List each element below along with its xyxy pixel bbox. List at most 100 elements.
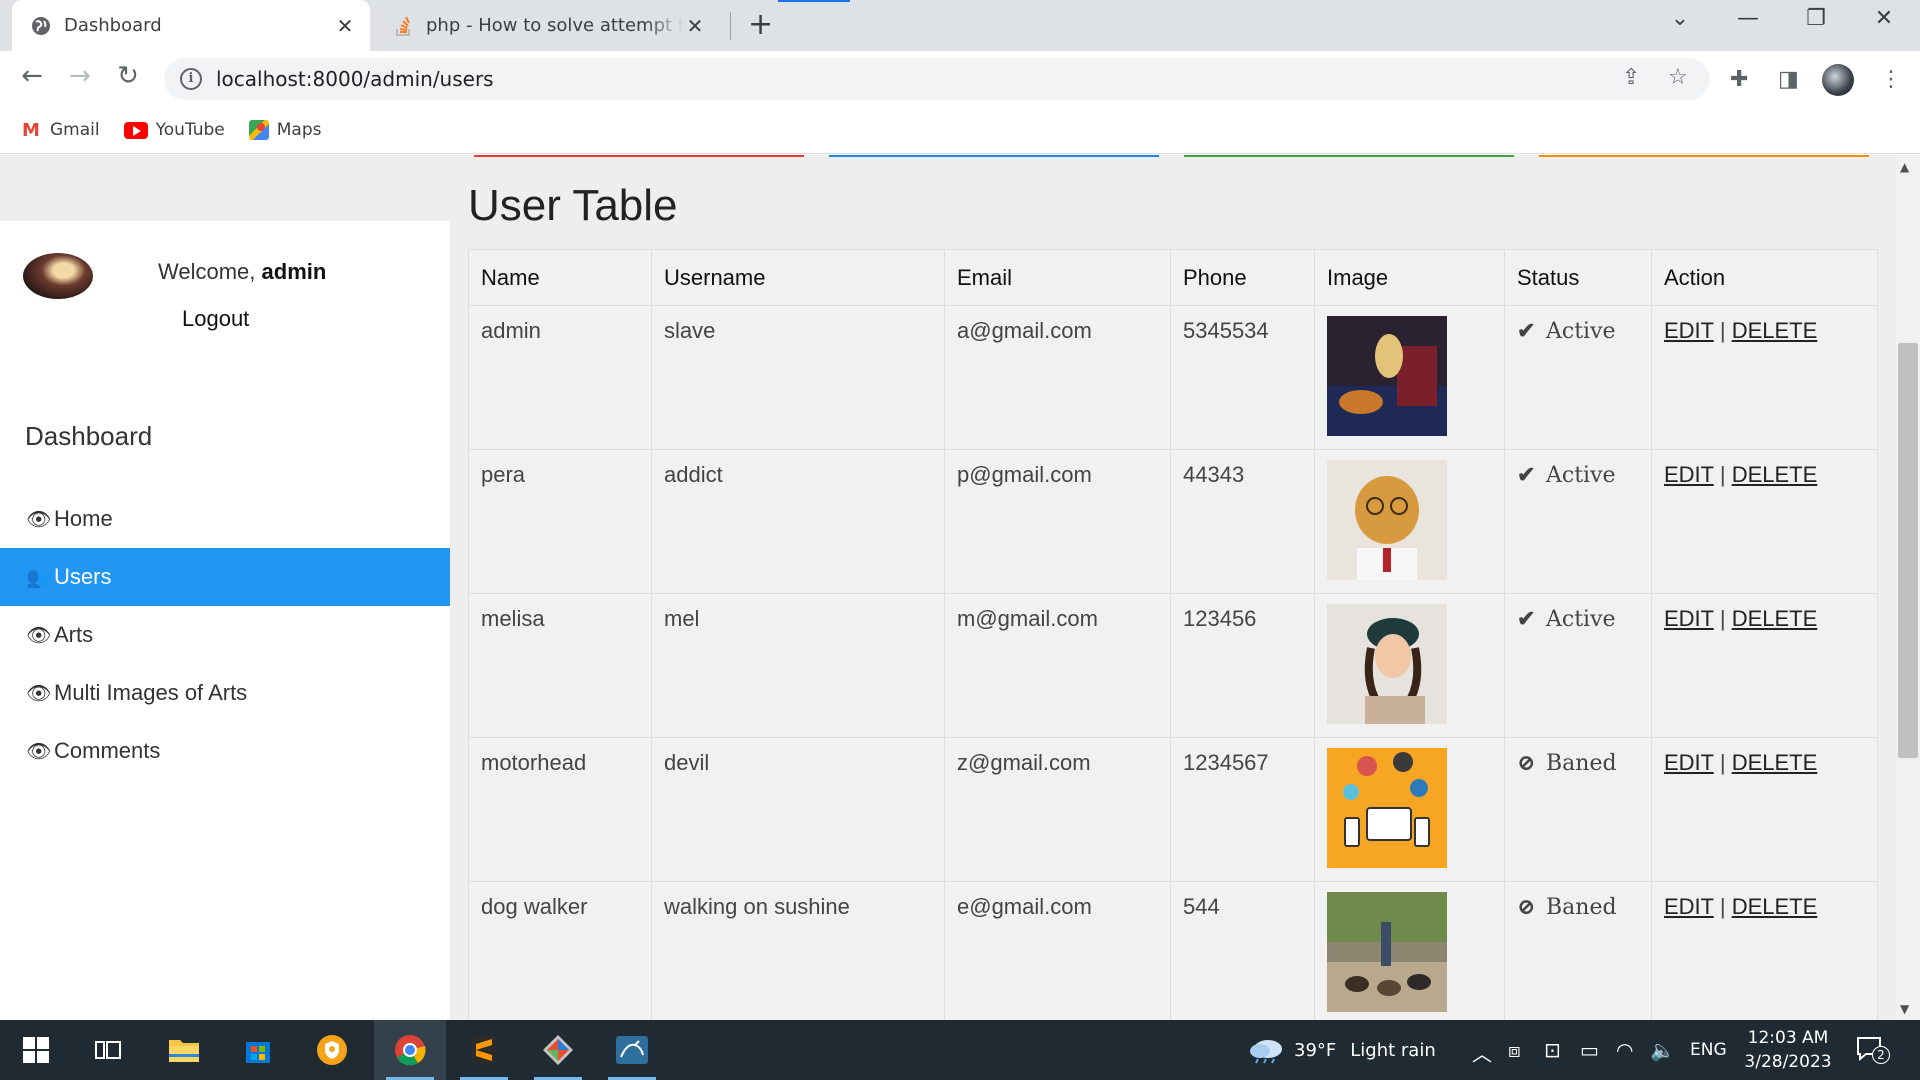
cell-image [1314,305,1505,450]
share-icon[interactable]: ⇪ [1622,65,1640,90]
reload-icon[interactable]: ↻ [110,61,146,91]
action-separator: | [1719,894,1726,919]
display-icon[interactable]: ⊡ [1544,1038,1561,1062]
deco-line-red [474,155,804,157]
scroll-up-icon[interactable]: ▲ [1900,160,1909,174]
cell-username: slave [651,305,945,450]
folder-icon [169,1040,199,1062]
profile-avatar[interactable] [1822,64,1854,96]
edit-link[interactable]: EDIT [1664,750,1714,775]
action-separator: | [1719,462,1726,487]
close-icon[interactable]: ✕ [334,14,356,38]
extensions-icon[interactable]: ✚ [1730,67,1748,92]
mysql-icon [616,1036,648,1064]
new-tab-icon[interactable]: + [748,8,773,42]
delete-link[interactable]: DELETE [1732,462,1818,487]
maps-icon [248,120,269,140]
bookmark-youtube[interactable]: YouTube [123,120,225,140]
scrollbar-thumb[interactable] [1898,343,1918,758]
cell-status: ⊘ Baned [1504,737,1652,882]
browser-toolbar: ← → ↻ i localhost:8000/admin/users ⇪ ☆ ✚… [0,51,1920,107]
edit-link[interactable]: EDIT [1664,606,1714,631]
bookmark-maps[interactable]: Maps [248,120,322,140]
sidebar-item-users[interactable]: 👥 Users [0,548,450,606]
notification-button[interactable]: 2 [1856,1036,1890,1064]
restore-icon[interactable]: ❐ [1796,6,1836,31]
tab-search-icon[interactable]: ⌄ [1660,6,1700,31]
bookmarks-bar: M Gmail YouTube Maps [0,107,1920,154]
chrome-button[interactable] [374,1020,446,1080]
url-text[interactable]: localhost:8000/admin/users [216,67,494,91]
sidebar-item-label: Users [54,564,112,589]
delete-link[interactable]: DELETE [1732,606,1818,631]
cell-status: ⊘ Baned [1504,881,1652,1020]
git-client-button[interactable] [522,1020,594,1080]
start-button[interactable] [0,1020,72,1080]
star-icon[interactable]: ☆ [1668,65,1688,90]
stackoverflow-icon [396,16,410,36]
sidebar-item-label: Home [54,506,113,531]
users-icon: 👥 [26,566,51,589]
edit-link[interactable]: EDIT [1664,894,1714,919]
sidebar-item-home[interactable]: 👁 Home [0,490,450,548]
logout-link[interactable]: Logout [182,306,249,332]
delete-link[interactable]: DELETE [1732,894,1818,919]
eye-icon: 👁 [26,624,52,647]
sidebar-item-label: Comments [54,738,161,763]
table-row: motorhead devil z@gmail.com 1234567 ⊘ Ba… [468,737,1878,882]
sidebar-item-multi-images[interactable]: 👁 Multi Images of Arts [0,664,450,722]
status-text: Active [1546,319,1616,344]
bookmark-gmail[interactable]: M Gmail [20,120,100,141]
back-icon[interactable]: ← [14,61,50,91]
forward-icon[interactable]: → [62,61,98,91]
mysql-button[interactable] [596,1020,668,1080]
volume-icon[interactable]: 🔈 [1650,1038,1675,1062]
edit-link[interactable]: EDIT [1664,462,1714,487]
column-header: Phone [1170,249,1315,306]
side-panel-icon[interactable]: ◨ [1778,67,1799,92]
column-header: Action [1651,249,1878,306]
language-indicator[interactable]: ENG [1690,1040,1727,1060]
weather-temp: 39°F [1294,1039,1337,1061]
file-explorer-button[interactable] [148,1020,220,1080]
battery-icon[interactable]: ▭ [1580,1038,1599,1062]
task-view-button[interactable] [72,1020,144,1080]
sublime-icon [472,1036,496,1064]
tab-stackoverflow[interactable]: php - How to solve attempt to read ✕ [378,0,720,51]
wifi-icon[interactable]: ◠ [1616,1038,1633,1062]
sidebar-item-arts[interactable]: 👁 Arts [0,606,450,664]
cell-email: p@gmail.com [944,449,1171,594]
action-separator: | [1719,318,1726,343]
status-text: Baned [1546,751,1617,776]
chevron-up-icon[interactable]: ︿ [1472,1038,1492,1067]
user-table: Name Username Email Phone Image Status A… [468,249,1878,1020]
scroll-down-icon[interactable]: ▼ [1900,1002,1909,1016]
weather-widget[interactable]: 39°F Light rain [1246,1020,1436,1080]
deco-line-green [1184,155,1514,157]
delete-link[interactable]: DELETE [1732,318,1818,343]
delete-link[interactable]: DELETE [1732,750,1818,775]
tab-divider [730,12,731,40]
tab-dashboard[interactable]: Dashboard ✕ [12,0,370,51]
sublime-button[interactable] [448,1020,520,1080]
cell-name: pera [468,449,652,594]
ban-icon: ⊘ [1517,750,1536,776]
cell-image [1314,881,1505,1020]
window-close-icon[interactable]: ✕ [1864,6,1904,31]
sidebar-item-comments[interactable]: 👁 Comments [0,722,450,780]
edit-link[interactable]: EDIT [1664,318,1714,343]
menu-icon[interactable]: ⋮ [1880,67,1902,92]
brave-button[interactable] [296,1020,368,1080]
action-separator: | [1719,606,1726,631]
address-bar[interactable]: i localhost:8000/admin/users ⇪ ☆ [164,58,1710,100]
meet-icon[interactable]: ⧈ [1508,1038,1521,1062]
bookmark-label: Maps [276,120,322,140]
clock[interactable]: 12:03 AM 3/28/2023 [1738,1026,1838,1074]
cell-name: admin [468,305,652,450]
sidebar: Welcome, admin Logout Dashboard 👁 Home 👥… [0,221,450,1020]
minimize-icon[interactable]: — [1728,6,1768,31]
site-info-icon[interactable]: i [180,68,202,90]
cell-status: ✔ Active [1504,593,1652,738]
close-icon[interactable]: ✕ [684,14,706,38]
store-button[interactable] [222,1020,294,1080]
